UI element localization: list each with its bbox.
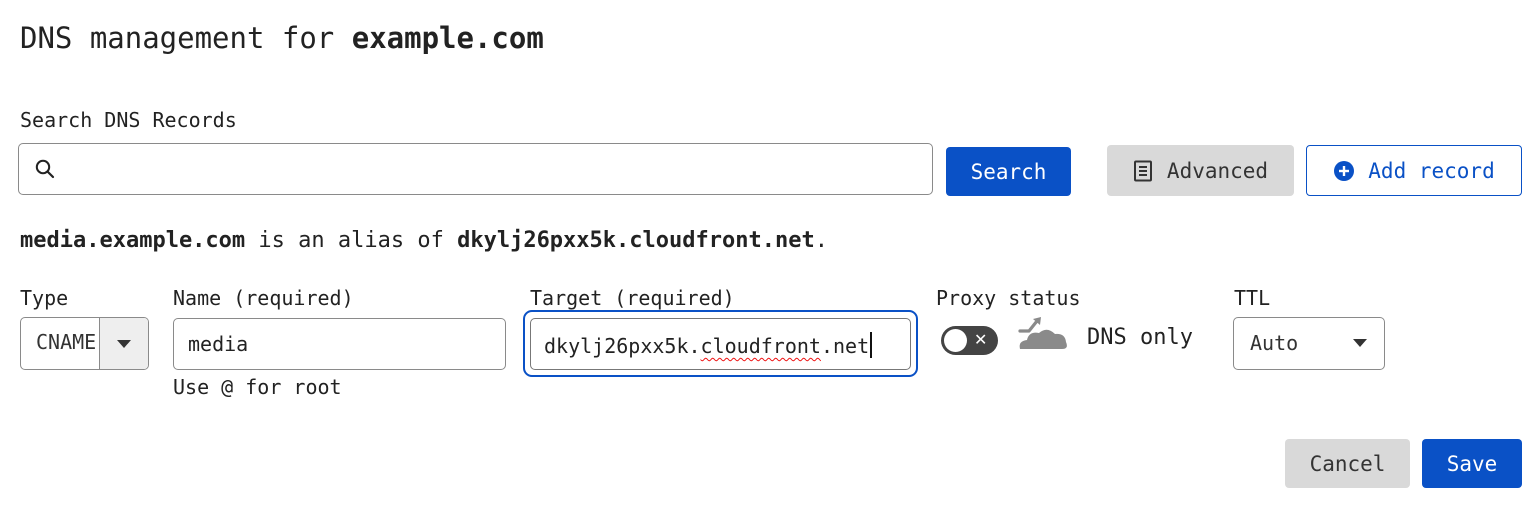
alias-target: dkylj26pxx5k.cloudfront.net xyxy=(457,228,815,253)
cloud-icon xyxy=(1018,317,1067,349)
alias-name: media.example.com xyxy=(20,228,246,253)
ttl-label: TTL xyxy=(1234,286,1271,310)
advanced-button[interactable]: Advanced xyxy=(1107,145,1294,196)
target-value-part: dkylj26pxx5k. xyxy=(544,334,701,358)
name-input[interactable]: media xyxy=(173,318,506,370)
search-button[interactable]: Search xyxy=(946,147,1071,196)
page-title-domain: example.com xyxy=(351,21,544,55)
target-input-value: dkylj26pxx5k.cloudfront.net xyxy=(544,332,873,358)
proxy-toggle[interactable]: ✕ xyxy=(941,326,998,355)
search-input[interactable] xyxy=(18,143,933,195)
cancel-button-label: Cancel xyxy=(1309,451,1386,476)
chevron-down-icon xyxy=(1353,339,1367,347)
alias-description: media.example.com is an alias of dkylj26… xyxy=(20,227,828,255)
save-button-label: Save xyxy=(1446,451,1498,476)
add-record-button-label: Add record xyxy=(1368,158,1495,183)
ttl-select-value: Auto xyxy=(1250,331,1299,355)
ttl-select[interactable]: Auto xyxy=(1233,317,1385,370)
search-button-label: Search xyxy=(970,159,1047,184)
page-title: DNS management for example.com xyxy=(20,18,544,58)
type-select-arrow[interactable] xyxy=(99,318,148,369)
name-label: Name (required) xyxy=(173,286,354,310)
proxy-status-label: Proxy status xyxy=(936,286,1081,310)
proxy-status-value: DNS only xyxy=(1087,325,1193,350)
name-input-value: media xyxy=(188,332,249,356)
text-caret xyxy=(870,332,873,358)
search-label: Search DNS Records xyxy=(20,108,237,132)
add-record-button[interactable]: Add record xyxy=(1306,145,1522,196)
toggle-knob xyxy=(944,329,967,352)
document-icon xyxy=(1133,160,1152,181)
chevron-down-icon xyxy=(117,339,131,348)
alias-end: . xyxy=(814,228,828,253)
type-label: Type xyxy=(20,286,69,310)
alias-middle-text: is an alias of xyxy=(245,228,458,253)
close-icon: ✕ xyxy=(974,330,988,349)
spellcheck-word[interactable]: cloudfront xyxy=(701,334,821,358)
target-value-part: .net xyxy=(820,334,870,358)
save-button[interactable]: Save xyxy=(1422,439,1522,488)
target-label: Target (required) xyxy=(530,286,735,310)
cancel-button[interactable]: Cancel xyxy=(1285,439,1410,488)
search-icon xyxy=(35,159,55,179)
type-select-value: CNAME xyxy=(36,330,97,354)
type-select[interactable]: CNAME xyxy=(20,317,149,370)
target-input[interactable]: dkylj26pxx5k.cloudfront.net xyxy=(530,318,911,370)
plus-circle-icon xyxy=(1334,160,1355,181)
name-help-text: Use @ for root xyxy=(173,375,342,399)
page-title-prefix: DNS management for xyxy=(20,21,352,55)
advanced-button-label: Advanced xyxy=(1166,158,1269,183)
